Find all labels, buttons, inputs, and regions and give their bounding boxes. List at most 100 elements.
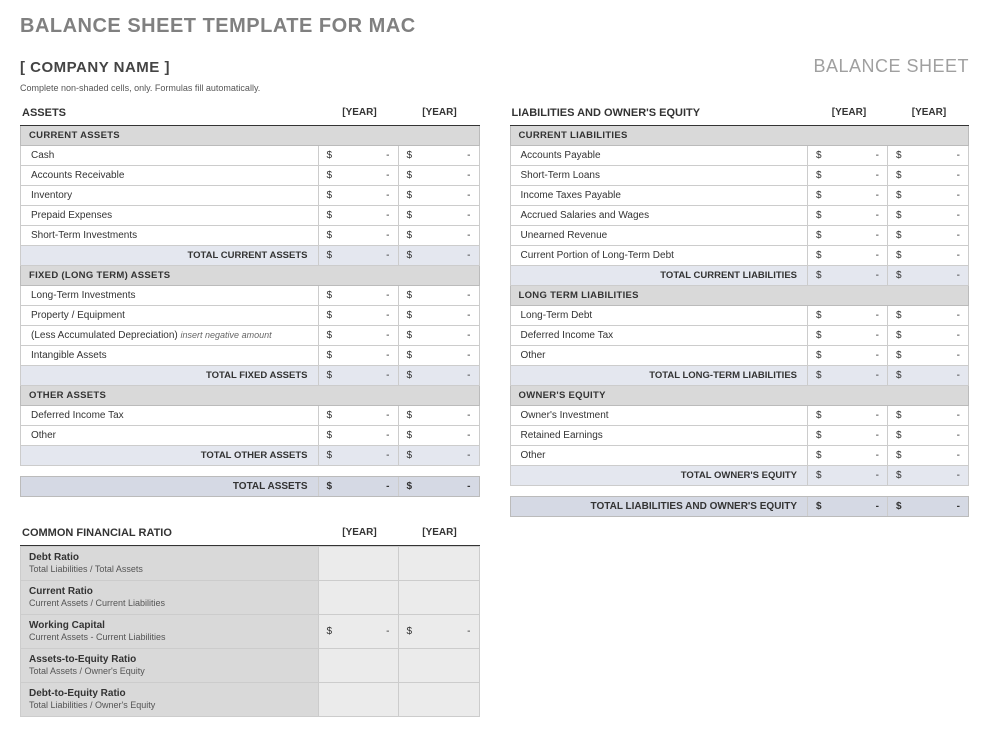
value-cell[interactable]: $- bbox=[888, 406, 968, 425]
value-cell[interactable]: $- bbox=[319, 286, 399, 305]
value-cell[interactable]: $- bbox=[888, 326, 968, 345]
value-cell[interactable]: $- bbox=[399, 346, 479, 365]
owners-equity-header: OWNER'S EQUITY bbox=[510, 386, 970, 406]
table-row: Prepaid Expenses $-$- bbox=[20, 206, 480, 226]
total-fixed-assets-label: TOTAL FIXED ASSETS bbox=[21, 366, 319, 385]
value-cell[interactable]: $- bbox=[888, 226, 968, 245]
value-cell[interactable]: $- bbox=[319, 306, 399, 325]
value-cell[interactable]: $- bbox=[319, 226, 399, 245]
value-cell[interactable]: $- bbox=[888, 426, 968, 445]
company-name: [ COMPANY NAME ] bbox=[20, 59, 170, 76]
value-cell[interactable]: $- bbox=[808, 306, 888, 325]
ratio-value-cell bbox=[319, 547, 399, 580]
row-label: Owner's Investment bbox=[511, 406, 809, 425]
value-cell[interactable]: $- bbox=[399, 286, 479, 305]
row-label: Other bbox=[21, 426, 319, 445]
value-cell[interactable]: $- bbox=[319, 346, 399, 365]
table-row: Other $-$- bbox=[510, 346, 970, 366]
ratio-block: COMMON FINANCIAL RATIO [YEAR] [YEAR] Deb… bbox=[20, 523, 480, 717]
table-row: Accrued Salaries and Wages $-$- bbox=[510, 206, 970, 226]
value-cell[interactable]: $- bbox=[888, 446, 968, 465]
ratio-value-cell bbox=[399, 683, 479, 716]
value-cell[interactable]: $- bbox=[808, 446, 888, 465]
year-header-1: [YEAR] bbox=[320, 103, 400, 123]
value-cell[interactable]: $- bbox=[319, 146, 399, 165]
ratio-value-cell bbox=[399, 581, 479, 614]
value-cell[interactable]: $- bbox=[888, 206, 968, 225]
value-cell[interactable]: $- bbox=[808, 406, 888, 425]
value-cell[interactable]: $- bbox=[399, 326, 479, 345]
current-assets-header: CURRENT ASSETS bbox=[20, 126, 480, 146]
ratio-row: Assets-to-Equity RatioTotal Assets / Own… bbox=[20, 649, 480, 683]
table-row: Accounts Receivable $-$- bbox=[20, 166, 480, 186]
value-cell[interactable]: $- bbox=[319, 426, 399, 445]
value-cell[interactable]: $- bbox=[399, 206, 479, 225]
value-cell[interactable]: $- bbox=[319, 406, 399, 425]
table-row: Intangible Assets $-$- bbox=[20, 346, 480, 366]
value-cell[interactable]: $- bbox=[319, 206, 399, 225]
value-cell[interactable]: $- bbox=[888, 166, 968, 185]
assets-column: ASSETS [YEAR] [YEAR] CURRENT ASSETS Cash… bbox=[20, 103, 480, 717]
value-cell[interactable]: $- bbox=[399, 306, 479, 325]
total-assets-row: TOTAL ASSETS $- $- bbox=[20, 476, 480, 497]
value-cell[interactable]: $- bbox=[808, 346, 888, 365]
value-cell[interactable]: $- bbox=[399, 406, 479, 425]
ratio-value-cell bbox=[399, 649, 479, 682]
current-liabilities-header: CURRENT LIABILITIES bbox=[510, 126, 970, 146]
table-row: Other $-$- bbox=[20, 426, 480, 446]
value-cell[interactable]: $- bbox=[399, 226, 479, 245]
row-label: Short-Term Loans bbox=[511, 166, 809, 185]
value-cell[interactable]: $- bbox=[888, 146, 968, 165]
value-cell[interactable]: $- bbox=[808, 166, 888, 185]
value-cell[interactable]: $- bbox=[888, 186, 968, 205]
value-cell[interactable]: $- bbox=[319, 186, 399, 205]
value-cell: $- bbox=[888, 466, 968, 485]
value-cell[interactable]: $- bbox=[399, 186, 479, 205]
liabilities-title: LIABILITIES AND OWNER'S EQUITY bbox=[510, 103, 810, 123]
table-row: Unearned Revenue $-$- bbox=[510, 226, 970, 246]
row-label: (Less Accumulated Depreciation) insert n… bbox=[21, 326, 319, 345]
row-label: Cash bbox=[21, 146, 319, 165]
row-label: Property / Equipment bbox=[21, 306, 319, 325]
value-cell[interactable]: $- bbox=[808, 206, 888, 225]
value-cell[interactable]: $- bbox=[399, 146, 479, 165]
total-current-liabilities-label: TOTAL CURRENT LIABILITIES bbox=[511, 266, 809, 285]
ratio-label: Assets-to-Equity RatioTotal Assets / Own… bbox=[21, 649, 319, 682]
year-header-2: [YEAR] bbox=[400, 523, 480, 543]
value-cell[interactable]: $- bbox=[319, 166, 399, 185]
value-cell[interactable]: $- bbox=[808, 186, 888, 205]
value-cell[interactable]: $- bbox=[399, 166, 479, 185]
total-assets-label: TOTAL ASSETS bbox=[21, 477, 319, 496]
table-row: Short-Term Loans $-$- bbox=[510, 166, 970, 186]
total-liabilities-equity-row: TOTAL LIABILITIES AND OWNER'S EQUITY $- … bbox=[510, 496, 970, 517]
value-cell[interactable]: $- bbox=[808, 226, 888, 245]
table-row: Inventory $-$- bbox=[20, 186, 480, 206]
row-label: Other bbox=[511, 346, 809, 365]
ratio-row: Debt-to-Equity RatioTotal Liabilities / … bbox=[20, 683, 480, 717]
value-cell[interactable]: $- bbox=[808, 326, 888, 345]
value-cell: $- bbox=[319, 446, 399, 465]
value-cell[interactable]: $- bbox=[888, 246, 968, 265]
row-label: Current Portion of Long-Term Debt bbox=[511, 246, 809, 265]
value-cell[interactable]: $- bbox=[888, 306, 968, 325]
table-row: Deferred Income Tax $-$- bbox=[20, 406, 480, 426]
ratio-value-cell bbox=[319, 649, 399, 682]
value-cell[interactable]: $- bbox=[888, 346, 968, 365]
value-cell[interactable]: $- bbox=[319, 326, 399, 345]
table-row: Other $-$- bbox=[510, 446, 970, 466]
liabilities-column: LIABILITIES AND OWNER'S EQUITY [YEAR] [Y… bbox=[510, 103, 970, 717]
total-owners-equity-row: TOTAL OWNER'S EQUITY $- $- bbox=[510, 466, 970, 486]
table-row: Current Portion of Long-Term Debt $-$- bbox=[510, 246, 970, 266]
row-label: Income Taxes Payable bbox=[511, 186, 809, 205]
value-cell[interactable]: $- bbox=[808, 426, 888, 445]
value-cell: $- bbox=[319, 477, 399, 496]
value-cell[interactable]: $- bbox=[808, 246, 888, 265]
table-row: Income Taxes Payable $-$- bbox=[510, 186, 970, 206]
value-cell[interactable]: $- bbox=[399, 426, 479, 445]
value-cell[interactable]: $- bbox=[808, 146, 888, 165]
year-header-2: [YEAR] bbox=[889, 103, 969, 123]
ratio-row: Working CapitalCurrent Assets - Current … bbox=[20, 615, 480, 649]
total-liabilities-equity-label: TOTAL LIABILITIES AND OWNER'S EQUITY bbox=[511, 497, 809, 516]
table-row: Short-Term Investments $-$- bbox=[20, 226, 480, 246]
row-label: Retained Earnings bbox=[511, 426, 809, 445]
